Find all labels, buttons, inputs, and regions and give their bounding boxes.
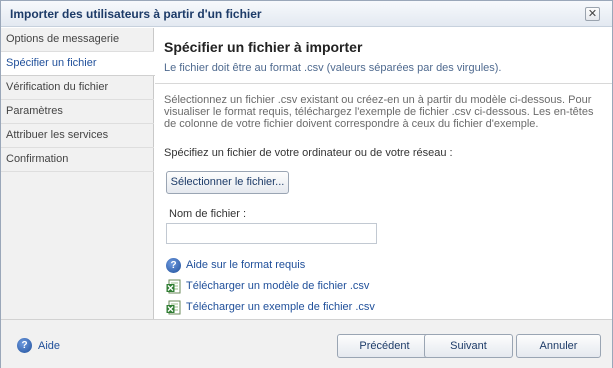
help-icon: ?	[166, 257, 181, 273]
close-icon[interactable]: ✕	[585, 7, 600, 21]
header-divider	[155, 83, 612, 84]
sidebar-item-label: Vérification du fichier	[6, 81, 109, 93]
help-format-link-label: Aide sur le format requis	[186, 259, 306, 271]
page-title: Spécifier un fichier à importer	[164, 39, 363, 55]
download-template-link[interactable]: Télécharger un modèle de fichier .csv	[166, 278, 369, 294]
download-example-link[interactable]: Télécharger un exemple de fichier .csv	[166, 299, 375, 315]
wizard-steps-sidebar: Options de messagerie Spécifier un fichi…	[1, 28, 155, 319]
sidebar-item-parametres[interactable]: Paramètres	[1, 100, 154, 124]
sidebar-item-label: Paramètres	[6, 105, 63, 117]
download-template-link-label: Télécharger un modèle de fichier .csv	[186, 280, 370, 292]
page-subtitle: Le fichier doit être au format .csv (val…	[164, 62, 502, 74]
help-link-label: Aide	[38, 339, 61, 352]
help-icon: ?	[17, 338, 32, 353]
excel-file-icon	[166, 279, 181, 294]
instructions-text: Sélectionnez un fichier .csv existant ou…	[164, 94, 594, 130]
main-content: Spécifier un fichier à importer Le fichi…	[155, 28, 612, 319]
cancel-button[interactable]: Annuler	[516, 334, 601, 358]
file-source-prompt: Spécifiez un fichier de votre ordinateur…	[164, 147, 453, 159]
sidebar-item-options-messagerie[interactable]: Options de messagerie	[1, 28, 154, 52]
select-file-button[interactable]: Sélectionner le fichier...	[166, 171, 289, 194]
help-link[interactable]: ? Aide	[17, 338, 60, 353]
help-format-link[interactable]: ? Aide sur le format requis	[166, 257, 305, 273]
sidebar-item-verification-fichier[interactable]: Vérification du fichier	[1, 76, 154, 100]
sidebar-item-attribuer-services[interactable]: Attribuer les services	[1, 124, 154, 148]
filename-field[interactable]	[166, 223, 377, 244]
import-users-dialog: Importer des utilisateurs à partir d'un …	[0, 0, 613, 368]
sidebar-item-confirmation[interactable]: Confirmation	[1, 148, 154, 172]
sidebar-item-label: Confirmation	[6, 153, 69, 165]
dialog-footer: ? Aide Précédent Suivant Annuler	[1, 319, 612, 368]
sidebar-item-label: Attribuer les services	[6, 129, 109, 141]
download-example-link-label: Télécharger un exemple de fichier .csv	[186, 301, 375, 313]
sidebar-item-label: Spécifier un fichier	[6, 57, 97, 69]
sidebar-item-specifier-fichier[interactable]: Spécifier un fichier	[1, 52, 155, 76]
previous-button[interactable]: Précédent	[337, 334, 432, 358]
excel-file-icon	[166, 300, 181, 315]
dialog-title: Importer des utilisateurs à partir d'un …	[10, 7, 262, 21]
filename-label: Nom de fichier :	[169, 208, 247, 220]
sidebar-item-label: Options de messagerie	[6, 33, 120, 45]
next-button[interactable]: Suivant	[424, 334, 513, 358]
dialog-titlebar: Importer des utilisateurs à partir d'un …	[1, 1, 612, 27]
